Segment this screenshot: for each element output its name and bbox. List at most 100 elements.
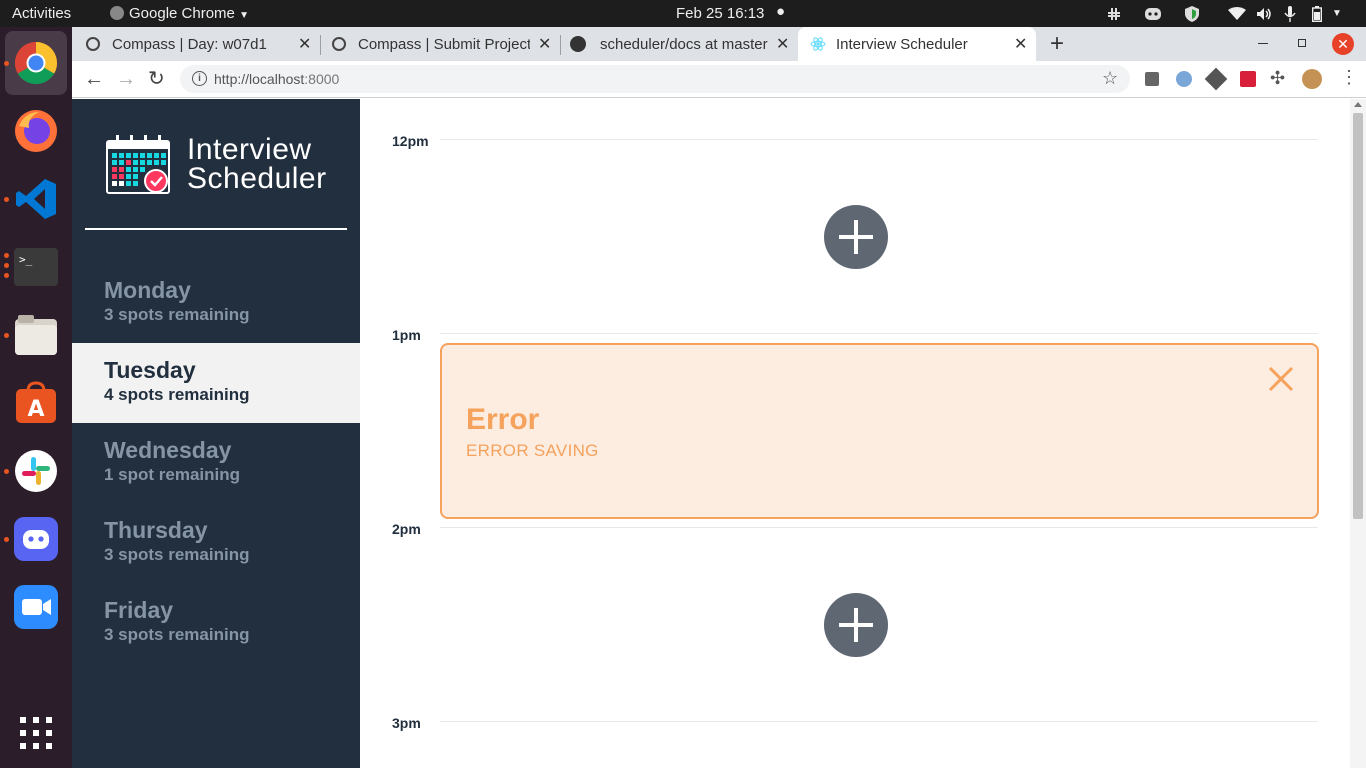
extension-icon-1[interactable] (1145, 72, 1159, 86)
discord-launcher[interactable] (10, 513, 62, 565)
app-title-line2: Scheduler (187, 162, 327, 195)
url-host: http://localhost (214, 71, 305, 87)
close-window-icon[interactable]: ✕ (1332, 33, 1354, 55)
clock[interactable]: Feb 25 16:13 (676, 5, 764, 22)
slot-divider (440, 333, 1318, 334)
slot-time: 12pm (392, 133, 429, 149)
close-icon[interactable]: ✕ (776, 34, 789, 54)
files-icon (15, 315, 57, 355)
slot-time: 2pm (392, 521, 421, 537)
zoom-launcher[interactable] (10, 581, 62, 633)
page-scrollbar[interactable] (1350, 99, 1366, 768)
wifi-icon[interactable] (1228, 6, 1246, 21)
tab-title: Compass | Submit Project (358, 35, 530, 53)
close-icon[interactable]: ✕ (298, 34, 311, 54)
extension-icon-4[interactable] (1240, 71, 1256, 87)
tab-separator (320, 35, 321, 55)
day-item-tuesday[interactable]: Tuesday 4 spots remaining (72, 343, 360, 423)
add-appointment-button[interactable] (824, 593, 888, 657)
discord-tray-icon[interactable] (1144, 7, 1162, 21)
error-title: Error (466, 403, 540, 436)
maximize-icon[interactable] (1298, 39, 1306, 47)
scroll-up-arrow-icon[interactable] (1354, 102, 1362, 107)
software-store-icon: A (16, 381, 56, 423)
slack-launcher[interactable] (10, 445, 62, 497)
tab-title: scheduler/docs at master (600, 35, 768, 53)
app-title: Interview Scheduler (187, 133, 327, 195)
firefox-icon (15, 110, 57, 152)
chrome-icon (14, 41, 58, 85)
logo (106, 135, 172, 200)
tab-interview-scheduler[interactable]: Interview Scheduler ✕ (798, 27, 1036, 61)
day-item-wednesday[interactable]: Wednesday 1 spot remaining (72, 423, 360, 503)
day-item-thursday[interactable]: Thursday 3 spots remaining (72, 503, 360, 583)
extension-icon-3[interactable] (1204, 67, 1228, 91)
system-menu-caret-icon[interactable]: ▼ (1332, 8, 1342, 19)
vscode-launcher[interactable] (10, 173, 62, 225)
microphone-icon[interactable] (1284, 5, 1296, 22)
tab-separator (560, 35, 561, 55)
tab-github-docs[interactable]: scheduler/docs at master ✕ (562, 27, 796, 61)
day-spots: 3 spots remaining (104, 625, 250, 644)
running-indicator (4, 253, 9, 258)
scrollbar-thumb[interactable] (1353, 113, 1363, 519)
slot-divider (440, 139, 1318, 140)
app-title-line1: Interview (187, 133, 312, 166)
minimize-icon[interactable] (1258, 43, 1268, 44)
app-menu[interactable]: Google Chrome ▼ (110, 5, 249, 22)
avatar[interactable] (1302, 69, 1322, 89)
forward-icon[interactable]: → (116, 68, 136, 91)
day-spots: 3 spots remaining (104, 545, 250, 564)
extensions-puzzle-icon[interactable]: ✣ (1270, 68, 1285, 89)
chrome-launcher[interactable] (5, 31, 67, 95)
running-indicator (4, 537, 9, 542)
day-name: Thursday (104, 517, 208, 543)
discord-icon (14, 517, 58, 561)
terminal-icon: >_ (14, 248, 58, 286)
day-name: Friday (104, 597, 174, 623)
url-text: http://localhost:8000 (214, 71, 339, 87)
software-launcher[interactable]: A (10, 377, 62, 429)
notification-dot-icon: ● (776, 3, 786, 20)
tab-title: Interview Scheduler (836, 35, 968, 53)
calendar-logo-icon (106, 135, 170, 194)
day-name: Wednesday (104, 437, 232, 463)
compass-favicon (86, 37, 100, 51)
running-indicator (4, 263, 9, 268)
address-bar[interactable]: i http://localhost:8000 ☆ (180, 65, 1130, 93)
files-launcher[interactable] (10, 309, 62, 361)
chrome-app-icon (110, 6, 124, 20)
tab-compass-day[interactable]: Compass | Day: w07d1 ✕ (82, 27, 318, 61)
close-icon[interactable]: ✕ (1014, 34, 1027, 54)
system-top-bar: Activities Google Chrome ▼ Feb 25 16:13 … (0, 0, 1366, 27)
show-applications-button[interactable] (10, 707, 62, 759)
activities-button[interactable]: Activities (12, 5, 71, 22)
firefox-launcher[interactable] (10, 105, 62, 157)
battery-icon[interactable] (1311, 5, 1323, 22)
close-icon[interactable] (1265, 363, 1297, 395)
reload-icon[interactable]: ↻ (148, 66, 165, 91)
bookmark-star-icon[interactable]: ☆ (1102, 68, 1118, 89)
terminal-launcher[interactable]: >_ (10, 241, 62, 293)
volume-icon[interactable] (1256, 7, 1272, 21)
slack-tray-icon[interactable] (1106, 6, 1122, 22)
add-appointment-button[interactable] (824, 205, 888, 269)
running-indicator (4, 197, 9, 202)
day-item-monday[interactable]: Monday 3 spots remaining (72, 263, 360, 343)
shield-tray-icon[interactable] (1184, 5, 1200, 23)
system-tray[interactable]: ▼ (1106, 0, 1342, 27)
back-icon[interactable]: ← (84, 68, 104, 91)
running-indicator (4, 469, 9, 474)
new-tab-icon[interactable]: + (1050, 30, 1064, 58)
close-icon[interactable]: ✕ (538, 34, 551, 54)
tab-compass-submit[interactable]: Compass | Submit Project ✕ (322, 27, 558, 61)
zoom-icon (14, 585, 58, 629)
web-page: Interview Scheduler Monday 3 spots remai… (72, 99, 1366, 768)
github-favicon (570, 36, 586, 52)
slot-divider (440, 721, 1318, 722)
browser-menu-icon[interactable]: ⋮ (1340, 67, 1358, 88)
day-item-friday[interactable]: Friday 3 spots remaining (72, 583, 360, 663)
slot-divider (440, 527, 1318, 528)
extension-icon-2[interactable] (1176, 71, 1192, 87)
dock: >_ A (0, 27, 72, 768)
